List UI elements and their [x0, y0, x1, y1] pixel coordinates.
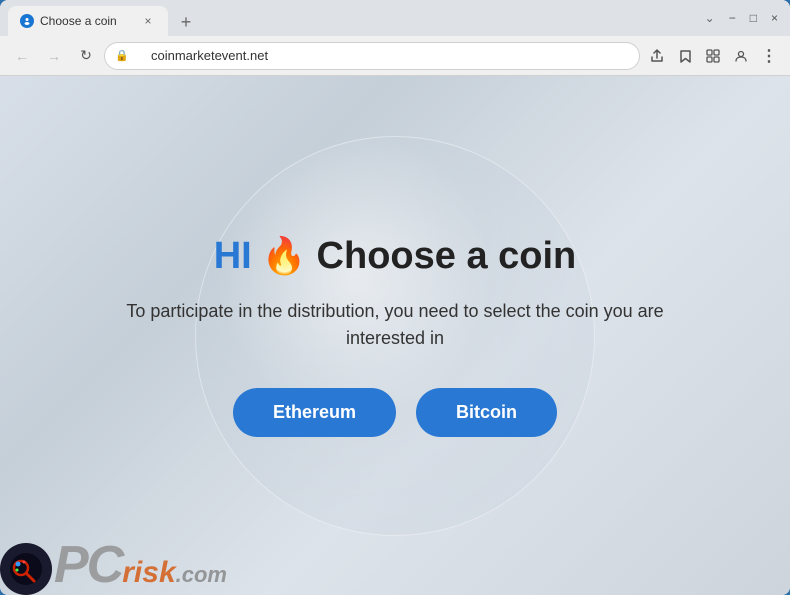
- tab-label: Choose a coin: [40, 14, 134, 28]
- bookmark-icon[interactable]: [672, 43, 698, 69]
- headline-hi: HI: [214, 235, 252, 278]
- subtitle-text: To participate in the distribution, you …: [125, 298, 665, 352]
- com-text: .com: [176, 562, 227, 588]
- pcrisk-icon: [0, 543, 52, 595]
- address-bar: ← → ↻ 🔒 coinmarketevent.net: [0, 36, 790, 76]
- share-icon[interactable]: [644, 43, 670, 69]
- address-text: coinmarketevent.net: [133, 48, 268, 63]
- chevron-down-icon[interactable]: ⌄: [701, 9, 719, 27]
- extensions-icon[interactable]: [700, 43, 726, 69]
- tab-bar: Choose a coin × +: [8, 0, 689, 36]
- window-controls: ⌄ − □ ×: [701, 9, 782, 27]
- fire-icon: 🔥: [262, 235, 307, 277]
- pc-text: PC: [54, 535, 122, 595]
- address-actions: ⋮: [644, 43, 782, 69]
- new-tab-button[interactable]: +: [172, 8, 200, 36]
- risk-text: risk: [122, 556, 175, 590]
- coin-button-group: Ethereum Bitcoin: [125, 388, 665, 437]
- reload-button[interactable]: ↻: [72, 42, 100, 70]
- lock-icon: 🔒: [115, 49, 129, 62]
- maximize-button[interactable]: □: [746, 9, 761, 27]
- back-button[interactable]: ←: [8, 42, 36, 70]
- window-close-button[interactable]: ×: [767, 9, 782, 27]
- tab-close-button[interactable]: ×: [140, 13, 156, 29]
- ethereum-button[interactable]: Ethereum: [233, 388, 396, 437]
- menu-icon[interactable]: ⋮: [756, 43, 782, 69]
- pcrisk-logo: PC risk .com: [0, 535, 227, 595]
- watermark: PC risk .com: [0, 535, 227, 595]
- bitcoin-button[interactable]: Bitcoin: [416, 388, 557, 437]
- tab-favicon: [20, 14, 34, 28]
- profile-icon[interactable]: [728, 43, 754, 69]
- main-content: HI 🔥 Choose a coin To participate in the…: [105, 215, 685, 457]
- title-bar: Choose a coin × + ⌄ − □ ×: [0, 0, 790, 36]
- content-area: HI 🔥 Choose a coin To participate in the…: [0, 76, 790, 595]
- forward-button[interactable]: →: [40, 42, 68, 70]
- pcrisk-text: PC risk .com: [54, 535, 227, 595]
- page-headline: HI 🔥 Choose a coin: [125, 235, 665, 278]
- browser-window: Choose a coin × + ⌄ − □ × ← → ↻ 🔒 coinma…: [0, 0, 790, 595]
- minimize-button[interactable]: −: [725, 9, 740, 27]
- address-input[interactable]: 🔒 coinmarketevent.net: [104, 42, 640, 70]
- active-tab[interactable]: Choose a coin ×: [8, 6, 168, 36]
- headline-rest: Choose a coin: [317, 235, 577, 278]
